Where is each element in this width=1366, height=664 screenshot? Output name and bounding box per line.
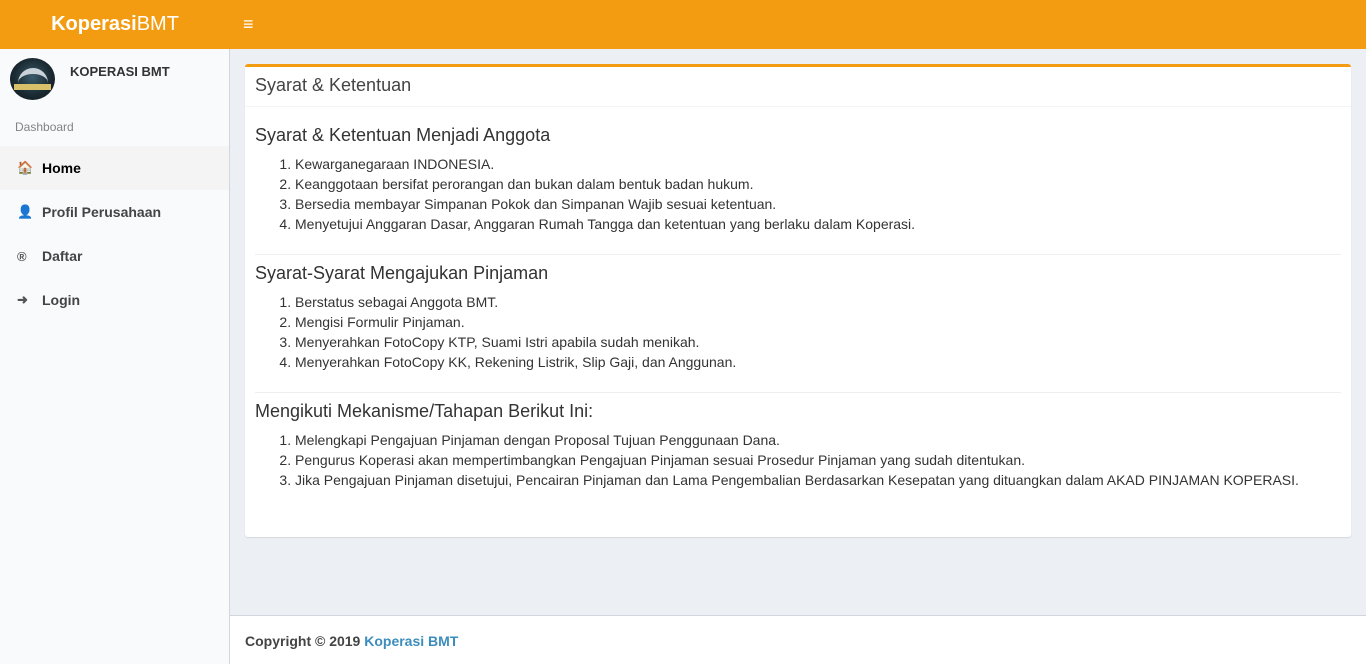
registered-icon: ®	[17, 248, 27, 264]
brand-bold: Koperasi	[51, 13, 137, 35]
sidebar: KOPERASI BMT Dashboard 🏠 Home 👤 Profil P…	[0, 49, 230, 664]
content-area: Syarat & Ketentuan Syarat & Ketentuan Me…	[230, 49, 1366, 615]
requirements-list: Melengkapi Pengajuan Pinjaman dengan Pro…	[255, 430, 1341, 490]
avatar	[10, 58, 55, 100]
user-panel: KOPERASI BMT	[0, 49, 229, 109]
brand-rest: BMT	[136, 13, 179, 35]
box-title: Syarat & Ketentuan	[245, 67, 1351, 107]
sidebar-item-login[interactable]: ➜ Login	[0, 278, 229, 322]
list-item: Menyerahkan FotoCopy KK, Rekening Listri…	[295, 352, 1341, 372]
sidebar-item-label: Login	[42, 292, 81, 308]
list-item: Menyetujui Anggaran Dasar, Anggaran Ruma…	[295, 214, 1341, 234]
list-item: Jika Pengajuan Pinjaman disetujui, Penca…	[295, 470, 1341, 490]
section-mechanism: Mengikuti Mekanisme/Tahapan Berikut Ini:…	[255, 401, 1341, 490]
list-item: Berstatus sebagai Anggota BMT.	[295, 292, 1341, 312]
sidebar-item-label: Daftar	[42, 248, 83, 264]
user-icon: 👤	[17, 204, 34, 219]
section-title: Syarat-Syarat Mengajukan Pinjaman	[255, 263, 549, 283]
sign-in-icon: ➜	[17, 292, 28, 307]
sidebar-item-label: Profil Perusahaan	[42, 204, 162, 220]
divider	[255, 254, 1341, 255]
section-membership: Syarat & Ketentuan Menjadi Anggota Kewar…	[255, 125, 1341, 234]
avatar-band	[14, 84, 51, 90]
sidebar-item-home[interactable]: 🏠 Home	[0, 146, 229, 190]
footer-link[interactable]: Koperasi BMT	[364, 633, 458, 649]
list-item: Melengkapi Pengajuan Pinjaman dengan Pro…	[295, 430, 1341, 450]
sidebar-item-label: Home	[42, 160, 81, 176]
list-item: Pengurus Koperasi akan mempertimbangkan …	[295, 450, 1341, 470]
home-icon: 🏠	[17, 160, 34, 175]
section-title: Mengikuti Mekanisme/Tahapan Berikut Ini:	[255, 401, 594, 421]
terms-box: Syarat & Ketentuan Syarat & Ketentuan Me…	[245, 64, 1351, 537]
copyright-text: Copyright © 2019	[245, 633, 361, 649]
box-body: Syarat & Ketentuan Menjadi Anggota Kewar…	[245, 107, 1351, 500]
list-item: Kewarganegaraan INDONESIA.	[295, 154, 1341, 174]
sidebar-item-daftar[interactable]: ® Daftar	[0, 234, 229, 278]
requirements-list: Berstatus sebagai Anggota BMT. Mengisi F…	[255, 292, 1341, 372]
top-navbar: Koperasi BMT ≡	[0, 0, 1366, 49]
brand-logo[interactable]: Koperasi BMT	[0, 0, 230, 49]
user-name: KOPERASI BMT	[70, 64, 170, 79]
sidebar-menu: 🏠 Home 👤 Profil Perusahaan ® Daftar ➜ Lo…	[0, 146, 229, 322]
list-item: Menyerahkan FotoCopy KTP, Suami Istri ap…	[295, 332, 1341, 352]
section-loan-requirements: Syarat-Syarat Mengajukan Pinjaman Bersta…	[255, 263, 1341, 372]
footer: Copyright © 2019 Koperasi BMT	[230, 615, 1366, 664]
divider	[255, 392, 1341, 393]
list-item: Keanggotaan bersifat perorangan dan buka…	[295, 174, 1341, 194]
list-item: Bersedia membayar Simpanan Pokok dan Sim…	[295, 194, 1341, 214]
list-item: Mengisi Formulir Pinjaman.	[295, 312, 1341, 332]
menu-toggle-icon[interactable]: ≡	[243, 14, 259, 34]
requirements-list: Kewarganegaraan INDONESIA. Keanggotaan b…	[255, 154, 1341, 234]
section-title: Syarat & Ketentuan Menjadi Anggota	[255, 125, 551, 145]
menu-header: Dashboard	[15, 120, 74, 134]
sidebar-item-profil-perusahaan[interactable]: 👤 Profil Perusahaan	[0, 190, 229, 234]
